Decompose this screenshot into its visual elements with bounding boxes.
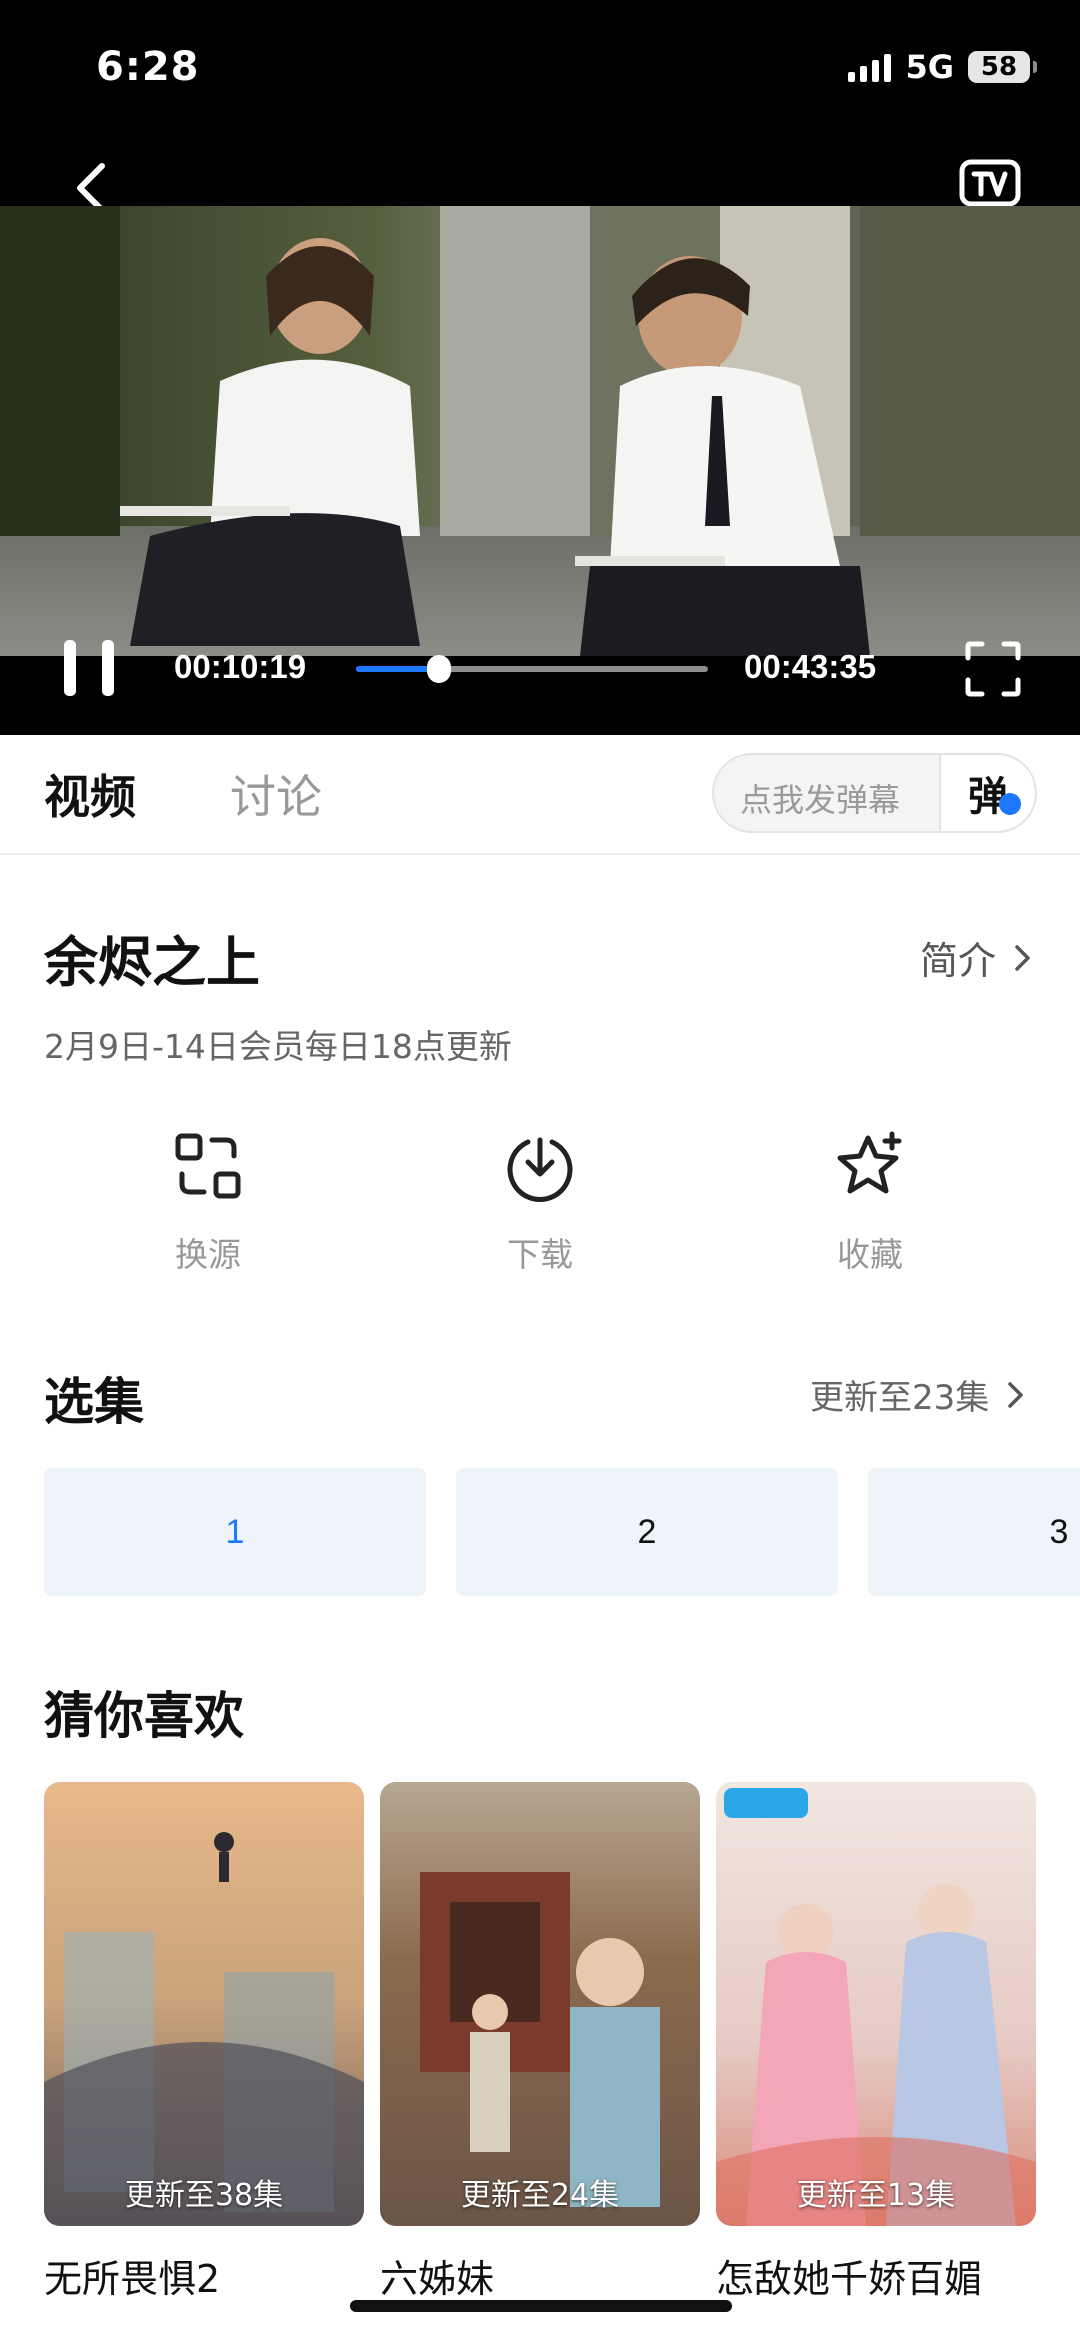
switch-source-icon bbox=[175, 1133, 241, 1199]
poster-image: 更新至38集 bbox=[44, 1782, 364, 2226]
fullscreen-icon bbox=[965, 641, 1021, 697]
recommendation-name: 怎敌她千娇百媚 bbox=[716, 2257, 983, 2301]
tab-video[interactable]: 视频 bbox=[44, 761, 136, 827]
poster-badge: 更新至24集 bbox=[460, 2178, 620, 2213]
episode-item[interactable]: 3 bbox=[868, 1468, 1080, 1596]
episode-item[interactable]: 1 bbox=[44, 1468, 426, 1596]
poster-image: 更新至24集 bbox=[380, 1782, 700, 2226]
download-button[interactable]: 下载 bbox=[480, 1130, 600, 1276]
show-title: 余烬之上 bbox=[44, 931, 260, 994]
recommendations-title: 猜你喜欢 bbox=[44, 1687, 244, 1745]
episodes-more-label: 更新至23集 bbox=[810, 1378, 990, 1418]
episodes-more-button[interactable]: 更新至23集 bbox=[810, 1370, 1025, 1419]
pause-button[interactable] bbox=[64, 640, 116, 696]
content-tabs: 视频 讨论 点我发弹幕 弹 bbox=[0, 735, 1080, 855]
tab-discussion[interactable]: 讨论 bbox=[230, 761, 322, 827]
recommendation-name: 无所畏惧2 bbox=[44, 2257, 221, 2301]
episodes-title: 选集 bbox=[44, 1373, 144, 1431]
chevron-right-icon bbox=[1008, 1381, 1024, 1408]
pause-icon-bar bbox=[102, 640, 114, 696]
poster-badge: 更新至13集 bbox=[796, 2178, 956, 2213]
poster-image: 更新至13集 bbox=[716, 1782, 1036, 2226]
recommendation-card[interactable]: 更新至13集 怎敌她千娇百媚 bbox=[716, 1782, 1036, 2303]
intro-label: 简介 bbox=[920, 939, 997, 983]
network-type: 5G bbox=[905, 48, 954, 86]
player-controls: 00:10:19 00:43:35 bbox=[0, 630, 1080, 710]
danmu-toggle-button[interactable]: 弹 bbox=[939, 755, 1035, 831]
action-row: 换源 下载 收藏 bbox=[0, 1130, 1080, 1290]
switch-source-label: 换源 bbox=[175, 1235, 241, 1274]
total-time: 00:43:35 bbox=[744, 648, 877, 685]
danmu-toggle-label: 弹 bbox=[968, 774, 1008, 820]
status-indicators: 5G 58 bbox=[848, 48, 1037, 86]
switch-source-button[interactable]: 换源 bbox=[148, 1130, 268, 1276]
episode-list: 1 2 3 bbox=[44, 1468, 1080, 1598]
status-time: 6:28 bbox=[96, 44, 200, 90]
progress-knob[interactable] bbox=[427, 655, 452, 683]
download-icon bbox=[507, 1137, 573, 1202]
recommendation-card[interactable]: 更新至38集 无所畏惧2 bbox=[44, 1782, 364, 2303]
recommendation-name: 六姊妹 bbox=[380, 2257, 495, 2301]
danmu-placeholder: 点我发弹幕 bbox=[740, 781, 901, 819]
poster-badge: 更新至38集 bbox=[124, 2178, 284, 2213]
recommendation-list: 更新至38集 无所畏惧2 更新至24集 六姊妹 更新至13集 怎敌她千娇百媚 bbox=[44, 1782, 1044, 2302]
home-indicator[interactable] bbox=[350, 2300, 732, 2312]
pause-icon bbox=[64, 640, 76, 696]
recommendation-card[interactable]: 更新至24集 六姊妹 bbox=[380, 1782, 700, 2303]
video-scene bbox=[0, 206, 1080, 656]
signal-icon bbox=[848, 52, 892, 82]
progress-bar[interactable] bbox=[356, 655, 708, 683]
intro-button[interactable]: 简介 bbox=[920, 930, 1032, 985]
favorite-button[interactable]: 收藏 bbox=[810, 1130, 930, 1276]
current-time: 00:10:19 bbox=[174, 648, 307, 685]
favorite-star-icon bbox=[837, 1131, 902, 1194]
battery-level: 58 bbox=[980, 52, 1018, 82]
favorite-label: 收藏 bbox=[837, 1235, 903, 1274]
episode-item[interactable]: 2 bbox=[456, 1468, 838, 1596]
fullscreen-button[interactable] bbox=[964, 640, 1022, 698]
download-label: 下载 bbox=[507, 1235, 573, 1274]
danmu-input[interactable]: 点我发弹幕 弹 bbox=[712, 753, 1037, 833]
chevron-right-icon bbox=[1015, 944, 1030, 971]
check-badge-icon bbox=[999, 793, 1021, 815]
video-frame[interactable] bbox=[0, 206, 1080, 656]
update-schedule: 2月9日-14日会员每日18点更新 bbox=[44, 1027, 512, 1066]
battery-icon: 58 bbox=[968, 51, 1037, 83]
